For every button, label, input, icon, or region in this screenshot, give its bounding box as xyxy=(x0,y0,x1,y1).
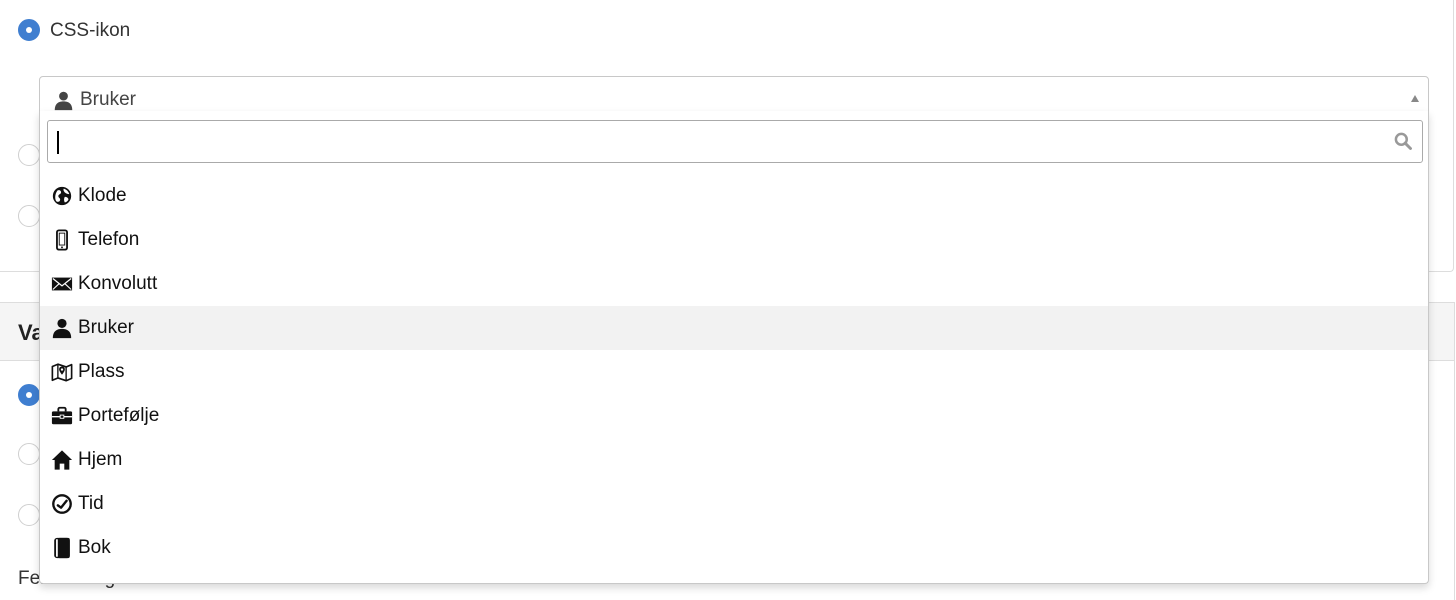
user-icon xyxy=(52,318,72,339)
phone-icon xyxy=(56,229,68,251)
option-label: Bruker xyxy=(78,317,134,338)
option-label: Konvolutt xyxy=(78,273,158,294)
radio-option-3[interactable] xyxy=(18,205,40,227)
radio-option-2[interactable] xyxy=(18,144,40,166)
options-list: Klode Telefon Konvolutt Bruker Plass Por… xyxy=(40,174,1428,570)
map-icon xyxy=(51,363,73,382)
book-icon xyxy=(54,537,70,559)
page: CSS-ikon Va Feilmelding Bruker xyxy=(0,0,1456,600)
search-field[interactable] xyxy=(47,120,1423,163)
option-hjem[interactable]: Hjem xyxy=(40,438,1428,482)
user-icon xyxy=(54,91,73,111)
option-label: Telefon xyxy=(78,229,140,250)
option-tid[interactable]: Tid xyxy=(40,482,1428,526)
chevron-up-icon[interactable] xyxy=(1411,95,1419,102)
globe-icon xyxy=(52,186,72,206)
radio-bottom-2[interactable] xyxy=(18,443,40,465)
radio-bottom-1[interactable] xyxy=(18,384,40,406)
option-klode[interactable]: Klode xyxy=(40,174,1428,218)
home-icon xyxy=(51,450,73,470)
option-label: Bok xyxy=(78,537,111,558)
option-label: Portefølje xyxy=(78,405,160,426)
option-portefolje[interactable]: Portefølje xyxy=(40,394,1428,438)
option-bok[interactable]: Bok xyxy=(40,526,1428,570)
envelope-icon xyxy=(51,277,73,291)
radio-bottom-3[interactable] xyxy=(18,504,40,526)
option-label: Tid xyxy=(78,493,104,514)
option-konvolutt[interactable]: Konvolutt xyxy=(40,262,1428,306)
radio-css-icon[interactable] xyxy=(18,19,40,41)
text-caret xyxy=(57,131,59,154)
select-value: Bruker xyxy=(80,89,136,110)
option-label: Klode xyxy=(78,185,127,206)
select-dropdown: Klode Telefon Konvolutt Bruker Plass Por… xyxy=(39,111,1429,584)
search-input[interactable] xyxy=(48,121,1422,162)
radio-css-icon-label: CSS-ikon xyxy=(50,20,131,41)
clock-icon xyxy=(52,494,72,514)
option-plass[interactable]: Plass xyxy=(40,350,1428,394)
option-bruker[interactable]: Bruker xyxy=(40,306,1428,350)
option-label: Plass xyxy=(78,361,125,382)
search-icon xyxy=(1394,132,1412,150)
option-label: Hjem xyxy=(78,449,123,470)
option-telefon[interactable]: Telefon xyxy=(40,218,1428,262)
briefcase-icon xyxy=(51,406,73,425)
